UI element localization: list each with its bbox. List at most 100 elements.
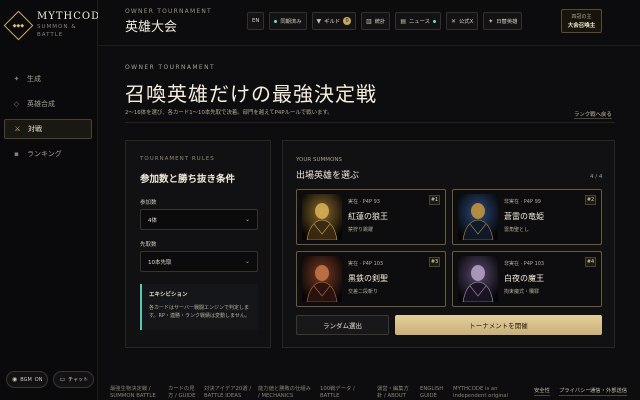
- footer-link[interactable]: 100戦データ / BATTLE: [320, 386, 355, 400]
- demon-king-portrait: [458, 256, 498, 302]
- daily-hero-button[interactable]: ✦ 日替英雄: [483, 12, 523, 30]
- speaker-icon: ◉: [12, 376, 18, 383]
- profile-badge[interactable]: 四冠の主 大会召喚主: [561, 9, 602, 33]
- news-label: ニュース: [409, 19, 430, 25]
- chevron-down-icon: ⌄: [244, 258, 250, 265]
- top-bar: OWNER TOURNAMENT 英雄大会 EN 同期済み ▼ ギルド 0 ▥ …: [98, 0, 640, 46]
- daily-hero-label: 日替英雄: [496, 19, 518, 25]
- entrants-value: 4体: [148, 217, 157, 224]
- hero-meta: 実在 · P4P 103: [348, 261, 384, 267]
- hero-number-badge: #1: [429, 195, 440, 205]
- rules-title: 参加数と勝ち抜き条件: [140, 174, 236, 185]
- hero-meta: 実在 · P4P 93: [348, 199, 380, 205]
- sidebar-nav: ✦ 生成 ◇ 英雄合成 ⚔ 対戦 ▪ ランキング: [4, 69, 92, 169]
- chat-bubble-icon: ▭: [59, 376, 66, 383]
- bgm-toggle[interactable]: ◉ BGM ON: [6, 371, 49, 388]
- language-button[interactable]: EN: [247, 12, 265, 30]
- first-to-select[interactable]: 10本先取 ⌄: [140, 251, 258, 272]
- sidebar: ◆◆◆ MYTHCODE SUMMON & BATTLE ✦ 生成 ◇ 英雄合成…: [0, 0, 107, 400]
- chevron-down-icon: ⌄: [244, 216, 250, 223]
- dragon-princess-portrait: [458, 194, 498, 240]
- footer-link[interactable]: カードの見方 / GUIDE: [168, 386, 196, 400]
- hero-skill: 交差二段斬り: [348, 289, 379, 295]
- note-title: エキシビション: [149, 292, 188, 298]
- hero-card[interactable]: 実在 · P4P 103 黒鉄の剣聖 交差二段斬り #3: [296, 251, 446, 307]
- hero-number-badge: #3: [429, 257, 440, 267]
- footer: 最強生物決定戦 / SUMMON BATTLE カードの見方 / GUIDE 対…: [98, 380, 640, 400]
- sync-status-button[interactable]: 同期済み: [269, 12, 307, 30]
- sidebar-item-fusion[interactable]: ◇ 英雄合成: [4, 94, 92, 114]
- bgm-label: BGM: [20, 376, 32, 383]
- official-x-label: 公式X: [458, 19, 474, 25]
- bar-chart-icon: ▥: [366, 17, 372, 25]
- trophy-icon: ▪: [14, 150, 19, 158]
- sync-dot-icon: [274, 19, 278, 23]
- entrants-select[interactable]: 4体 ⌄: [140, 209, 258, 230]
- logo-diamond-icon: ◆◆◆: [3, 10, 34, 41]
- exhibition-note: エキシビション 各カードはサーバー戦闘エンジンで判定します。RP・連勝・ランク戦…: [140, 284, 258, 330]
- hero-meta: 非実在 · P4P 103: [504, 261, 545, 267]
- sparkle-icon: ✦: [13, 75, 20, 83]
- sync-label: 同期済み: [280, 19, 302, 25]
- x-logo-icon: ✕: [450, 17, 456, 25]
- hero-skill: 禁狩り跳躍: [348, 227, 374, 233]
- sidebar-item-ranking[interactable]: ▪ ランキング: [4, 144, 92, 164]
- brand-logo[interactable]: ◆◆◆ MYTHCODE SUMMON & BATTLE: [3, 10, 108, 41]
- stats-button[interactable]: ▥ 統計: [361, 12, 391, 30]
- chat-button[interactable]: ▭ チャット: [53, 371, 95, 388]
- hero-card[interactable]: 実在 · P4P 93 紅蓮の狼王 禁狩り跳躍 #1: [296, 189, 446, 245]
- hero-meta: 非実在 · P4P 99: [504, 199, 541, 205]
- sidebar-item-label: ランキング: [27, 150, 62, 158]
- hero-number-badge: #4: [585, 257, 596, 267]
- footer-link[interactable]: 運営・編集方針 / ABOUT: [377, 386, 413, 400]
- sidebar-item-generate[interactable]: ✦ 生成: [4, 69, 92, 89]
- footer-link[interactable]: 対決アイデア20選 / BATTLE IDEAS: [204, 386, 252, 400]
- rules-panel: TOURNAMENT RULES 参加数と勝ち抜き条件 参加数 4体 ⌄ 先取数…: [125, 140, 271, 348]
- hero-name: 紅蓮の狼王: [348, 212, 388, 221]
- footer-transmission-link[interactable]: 通信・外部送信: [590, 388, 628, 396]
- first-to-value: 10本先取: [148, 259, 172, 266]
- entrants-label: 参加数: [140, 200, 157, 206]
- random-select-button[interactable]: ランダム選出: [296, 315, 389, 335]
- hero-name: 白夜の魔王: [504, 274, 544, 283]
- newspaper-icon: ▤: [400, 17, 406, 25]
- hero-eyebrow: OWNER TOURNAMENT: [125, 64, 216, 71]
- news-unread-dot-icon: [432, 19, 436, 23]
- sidebar-item-label: 生成: [27, 75, 41, 83]
- hero-skill: 拘束魔式・贖罪: [504, 289, 540, 295]
- hero-name: 蒼雷の竜姫: [504, 212, 544, 221]
- guild-label: ギルド: [324, 19, 341, 25]
- footer-privacy-link[interactable]: プライバシー: [559, 388, 591, 396]
- start-tournament-button[interactable]: トーナメントを開催: [395, 315, 602, 335]
- language-label: EN: [252, 18, 260, 24]
- hero-card[interactable]: 非実在 · P4P 99 蒼雷の竜姫 雷角聖とし #2: [452, 189, 602, 245]
- diamond-icon: ◇: [13, 100, 20, 108]
- footer-link[interactable]: ENGLISH GUIDE: [420, 386, 444, 400]
- crossed-swords-icon: ⚔: [14, 125, 21, 133]
- footer-text: MYTHCODE is an independent original: [453, 386, 508, 399]
- stats-label: 統計: [374, 19, 386, 25]
- footer-link[interactable]: 能力値と勝敗の仕組み / MECHANICS: [258, 386, 312, 400]
- chat-label: チャット: [68, 377, 89, 383]
- hero-card[interactable]: 非実在 · P4P 103 白夜の魔王 拘束魔式・贖罪 #4: [452, 251, 602, 307]
- note-text: 各カードはサーバー戦闘エンジンで判定します。RP・連勝・ランク戦績は変動しません…: [149, 305, 250, 319]
- sidebar-item-battle[interactable]: ⚔ 対戦: [4, 119, 92, 139]
- page-title: 英雄大会: [125, 20, 178, 35]
- bgm-state: ON: [34, 376, 43, 383]
- brand-tagline: SUMMON & BATTLE: [37, 24, 77, 38]
- sidebar-item-label: 対戦: [28, 125, 42, 133]
- official-x-button[interactable]: ✕ 公式X: [445, 12, 479, 30]
- hero-description: 2〜16体を選び、各カード1〜10本先取で決着。部門を越えてP4Pルールで戦いま…: [125, 110, 333, 116]
- news-button[interactable]: ▤ ニュース: [395, 12, 441, 30]
- hero-number-badge: #2: [585, 195, 596, 205]
- footer-safety-link[interactable]: 安全性: [534, 388, 550, 396]
- guild-button[interactable]: ▼ ギルド 0: [311, 12, 357, 30]
- hero-title: 召喚英雄だけの最強決定戦: [125, 82, 377, 106]
- sparkle-icon: ✦: [488, 17, 494, 25]
- wolf-king-portrait: [302, 194, 342, 240]
- sword-saint-portrait: [302, 256, 342, 302]
- footer-link[interactable]: 最強生物決定戦 / SUMMON BATTLE: [110, 386, 162, 400]
- ranking-back-link[interactable]: ランク戦へ戻る: [574, 110, 612, 119]
- header-eyebrow: OWNER TOURNAMENT: [125, 8, 212, 15]
- profile-rank: 四冠の主: [571, 14, 592, 20]
